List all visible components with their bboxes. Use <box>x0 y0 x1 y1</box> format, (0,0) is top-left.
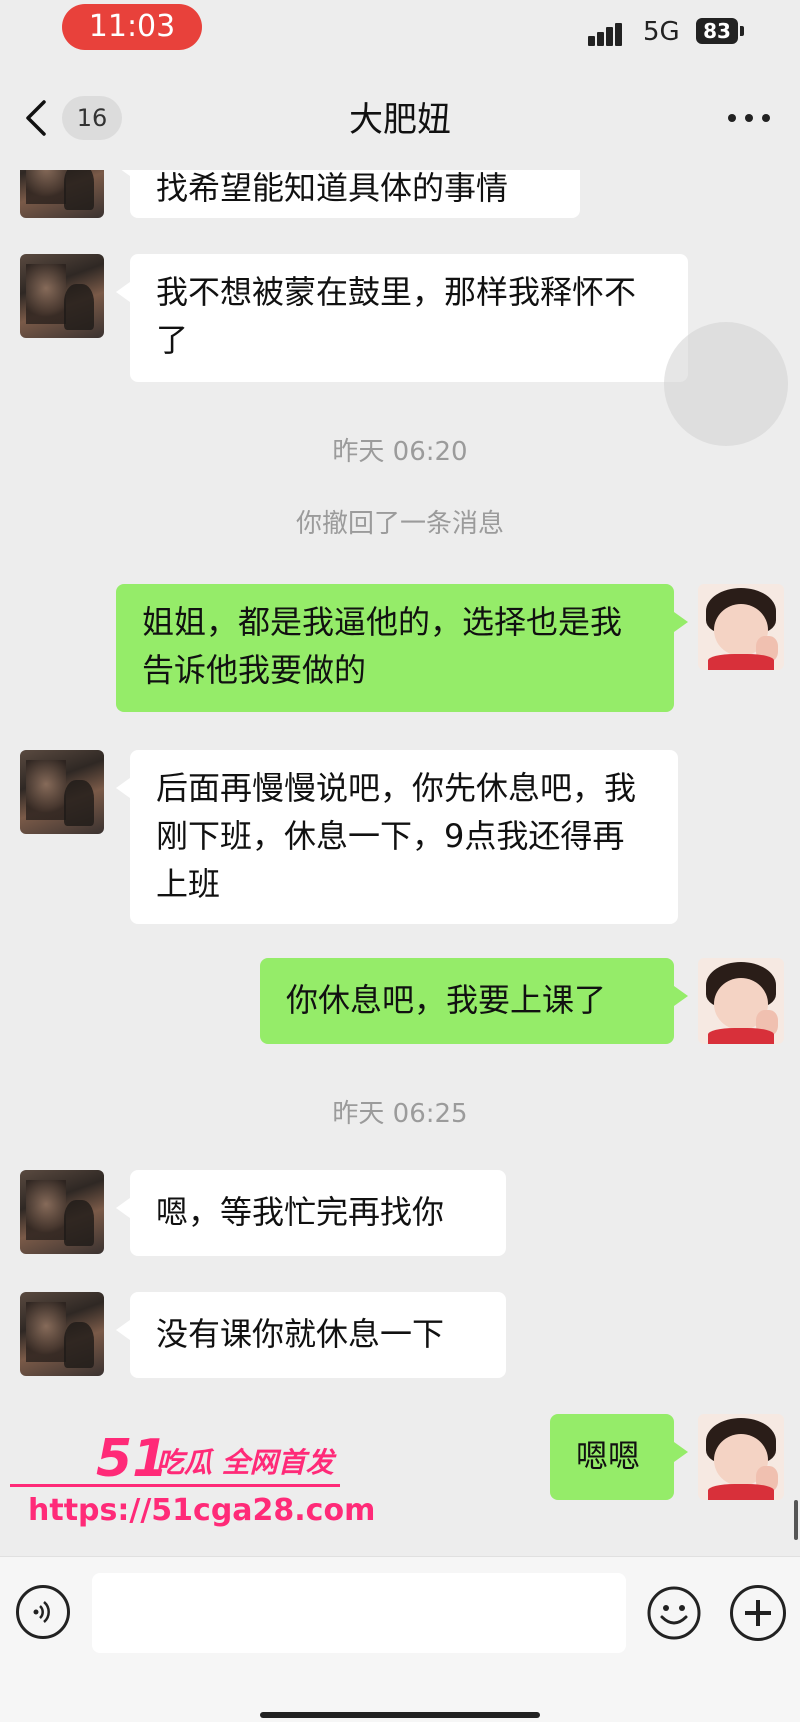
message-bubble-outgoing[interactable]: 嗯嗯 <box>550 1414 688 1500</box>
emoji-icon[interactable] <box>646 1585 702 1641</box>
network-type: 5G <box>643 17 680 47</box>
watermark-url: https://51cga28.com <box>28 1493 376 1528</box>
self-avatar[interactable] <box>698 584 784 670</box>
timestamp: 昨天 06:20 <box>332 437 468 467</box>
message-bubble-incoming[interactable]: 我不想被蒙在鼓里，那样我释怀不了 <box>116 254 688 382</box>
message-bubble-outgoing[interactable]: 姐姐，都是我逼他的，选择也是我告诉他我要做的 <box>116 584 688 712</box>
battery-tip <box>740 26 744 36</box>
watermark-tagline: 吃瓜 全网首发 <box>156 1446 334 1479</box>
contact-avatar[interactable] <box>20 750 104 834</box>
status-bar: 11:03 5G 83 <box>0 0 800 60</box>
more-icon[interactable] <box>728 110 772 126</box>
message-bubble-incoming[interactable]: 没有课你就休息一下 <box>116 1292 506 1378</box>
plus-icon[interactable] <box>730 1585 786 1641</box>
watermark: 51 吃瓜 全网首发 https://51cga28.com <box>10 1432 375 1542</box>
scrollbar[interactable] <box>794 1500 798 1540</box>
floating-overlay[interactable] <box>664 322 788 446</box>
message-bubble-outgoing[interactable]: 你休息吧，我要上课了 <box>260 958 688 1044</box>
message-bubble-incoming[interactable]: 后面再慢慢说吧，你先休息吧，我刚下班，休息一下，9点我还得再上班 <box>116 750 678 924</box>
voice-icon[interactable] <box>16 1585 70 1639</box>
chat-title: 大肥妞 <box>349 100 451 140</box>
battery-icon: 83 <box>696 18 738 44</box>
status-time: 11:03 <box>62 4 202 50</box>
timestamp: 昨天 06:25 <box>332 1099 468 1129</box>
chat-header: 16 大肥妞 <box>0 60 800 170</box>
contact-avatar[interactable] <box>20 254 104 338</box>
home-indicator <box>260 1712 540 1718</box>
watermark-underline <box>10 1484 340 1487</box>
message-bubble-incoming[interactable]: 嗯，等我忙完再找你 <box>116 1170 506 1256</box>
message-input[interactable] <box>92 1573 626 1653</box>
input-bar <box>0 1556 800 1722</box>
recall-notice: 你撤回了一条消息 <box>295 509 504 539</box>
self-avatar[interactable] <box>698 958 784 1044</box>
contact-avatar[interactable] <box>20 1170 104 1254</box>
signal-icon <box>588 20 632 46</box>
self-avatar[interactable] <box>698 1414 784 1500</box>
contact-avatar[interactable] <box>20 1292 104 1376</box>
